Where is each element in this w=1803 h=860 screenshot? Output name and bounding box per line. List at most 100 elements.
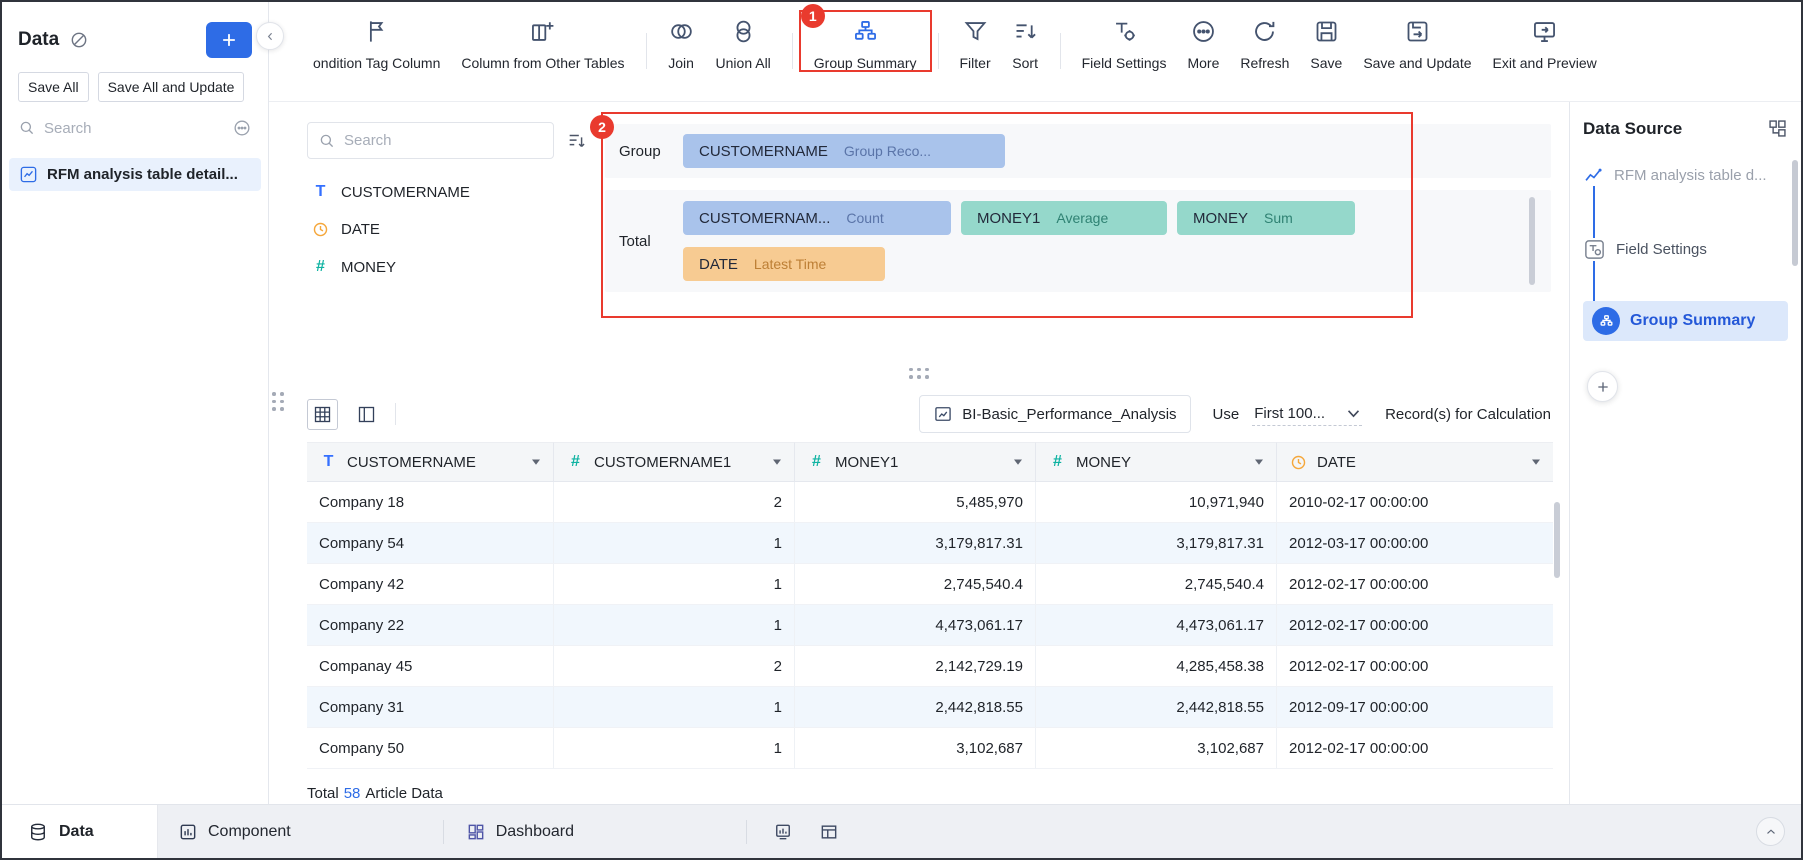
- table-header-row: T CUSTOMERNAME # CUSTOMERNAME1 # MONEY1 …: [307, 442, 1553, 482]
- collapse-sidebar-button[interactable]: [256, 22, 284, 50]
- flow-node-field-settings[interactable]: Field Settings: [1583, 238, 1788, 261]
- flow-node-source-table[interactable]: RFM analysis table d...: [1583, 165, 1788, 186]
- field-item-customername[interactable]: T CUSTOMERNAME: [307, 173, 569, 211]
- total-chip-date-latest-time[interactable]: DATE Latest Time: [683, 247, 885, 281]
- total-count: 58: [343, 785, 361, 802]
- group-summary-config: 2 Group CUSTOMERNAME Group Reco... Total…: [590, 112, 1551, 360]
- grid-view-button[interactable]: [307, 398, 338, 430]
- number-icon: #: [571, 453, 580, 470]
- table-cell: 1: [554, 687, 795, 728]
- field-settings-icon: [1111, 16, 1138, 46]
- field-search-input[interactable]: [344, 132, 543, 149]
- data-panel-title: Data: [18, 29, 60, 50]
- column-header-customername1[interactable]: # CUSTOMERNAME1: [554, 442, 795, 482]
- table-row[interactable]: Company 18 2 5,485,970 10,971,940 2010-0…: [307, 482, 1553, 523]
- more-options-icon[interactable]: [232, 118, 252, 138]
- table-row[interactable]: Company 31 1 2,442,818.55 2,442,818.55 2…: [307, 687, 1553, 728]
- table-cell: 2,442,818.55: [795, 687, 1036, 728]
- table-toolbar: BI-Basic_Performance_Analysis Use First …: [269, 386, 1569, 442]
- tab-data[interactable]: Data: [2, 805, 158, 858]
- collapse-bottom-bar-button[interactable]: [1756, 817, 1785, 846]
- total-chip-money-sum[interactable]: MONEY Sum: [1177, 201, 1355, 235]
- table-cell: Company 54: [307, 523, 554, 564]
- toolbar-separator: [937, 32, 939, 69]
- records-dropdown[interactable]: First 100...: [1252, 402, 1363, 426]
- column-header-money1[interactable]: # MONEY1: [795, 442, 1036, 482]
- toolbar-item-save[interactable]: Save: [1310, 16, 1342, 71]
- table-row[interactable]: Company 50 1 3,102,687 3,102,687 2012-02…: [307, 728, 1553, 769]
- toolbar-item-exit-and-preview[interactable]: Exit and Preview: [1493, 16, 1597, 71]
- column-dropdown-icon[interactable]: [1254, 458, 1264, 466]
- sidebar-scrollbar[interactable]: [1792, 160, 1798, 266]
- table-row[interactable]: Company 42 1 2,745,540.4 2,745,540.4 201…: [307, 564, 1553, 605]
- save-all-update-button[interactable]: Save All and Update: [97, 72, 245, 102]
- join-icon: [668, 16, 695, 46]
- table-row[interactable]: Companay 45 2 2,142,729.19 4,285,458.38 …: [307, 646, 1553, 687]
- total-row-label: Total: [619, 232, 651, 250]
- column-header-customername[interactable]: T CUSTOMERNAME: [307, 442, 554, 482]
- field-item-money[interactable]: # MONEY: [307, 248, 569, 286]
- form-view-button[interactable]: [351, 398, 382, 430]
- layout-widget-icon[interactable]: [819, 822, 839, 842]
- table-row[interactable]: Company 22 1 4,473,061.17 4,473,061.17 2…: [307, 605, 1553, 646]
- data-source-sidebar: Data Source RFM analysis table d... Fiel…: [1569, 102, 1801, 804]
- column-dropdown-icon[interactable]: [1531, 458, 1541, 466]
- toolbar-item-sort[interactable]: Sort: [1012, 16, 1039, 71]
- dataset-button[interactable]: BI-Basic_Performance_Analysis: [919, 395, 1191, 433]
- toolbar-item-more[interactable]: More: [1187, 16, 1219, 71]
- table-cell: 2012-02-17 00:00:00: [1277, 564, 1553, 605]
- field-settings-icon: [1583, 238, 1606, 261]
- column-dropdown-icon[interactable]: [1013, 458, 1023, 466]
- total-chip-customername-count[interactable]: CUSTOMERNAM... Count: [683, 201, 951, 235]
- table-cell: 2,745,540.4: [1036, 564, 1277, 605]
- tab-dashboard[interactable]: Dashboard: [466, 822, 574, 842]
- table-cell: 3,102,687: [1036, 728, 1277, 769]
- sidebar-item-rfm-table[interactable]: RFM analysis table detail...: [9, 158, 261, 191]
- pane-resize-handle[interactable]: [269, 360, 1569, 386]
- toolbar-item-save-and-update[interactable]: Save and Update: [1363, 16, 1472, 71]
- toolbar-item-union-all[interactable]: Union All: [716, 16, 771, 71]
- toolbar-item-field-settings[interactable]: Field Settings: [1082, 16, 1166, 71]
- toolbar-item-join[interactable]: Join: [668, 16, 695, 71]
- column-header-money[interactable]: # MONEY: [1036, 442, 1277, 482]
- column-header-date[interactable]: DATE: [1277, 442, 1553, 482]
- table-row[interactable]: Company 54 1 3,179,817.31 3,179,817.31 2…: [307, 523, 1553, 564]
- more-icon: [1190, 16, 1217, 46]
- field-item-date[interactable]: DATE: [307, 211, 569, 248]
- data-source-title: Data Source: [1583, 118, 1683, 138]
- toolbar-item-group-summary[interactable]: 1 Group Summary: [798, 4, 932, 72]
- layout-icon[interactable]: [1767, 118, 1788, 139]
- table-cell: 2,442,818.55: [1036, 687, 1277, 728]
- filter-icon: [962, 16, 989, 46]
- table-cell: Company 42: [307, 564, 554, 605]
- sidebar-search-input[interactable]: [44, 119, 224, 137]
- edit-toolbar: ondition Tag Column Column from Other Ta…: [269, 2, 1801, 102]
- config-scrollbar[interactable]: [1529, 197, 1535, 285]
- flow-node-group-summary[interactable]: Group Summary: [1583, 301, 1788, 341]
- toolbar-item-condition-tag-column[interactable]: ondition Tag Column: [313, 16, 440, 71]
- toolbar-item-column-from-other-tables[interactable]: Column from Other Tables: [461, 16, 625, 71]
- chart-widget-icon[interactable]: [773, 822, 793, 842]
- add-step-button[interactable]: [1587, 371, 1618, 402]
- table-cell: Company 18: [307, 482, 554, 523]
- manage-icon[interactable]: [69, 30, 89, 50]
- tag-column-icon: [363, 16, 390, 46]
- table-scrollbar[interactable]: [1554, 502, 1560, 578]
- annotation-badge-1: 1: [800, 4, 825, 28]
- column-dropdown-icon[interactable]: [531, 458, 541, 466]
- add-dataset-button[interactable]: [206, 22, 252, 58]
- line-chart-icon: [1583, 165, 1604, 186]
- field-picker: T CUSTOMERNAME DATE: [307, 122, 585, 360]
- save-all-button[interactable]: Save All: [18, 72, 89, 102]
- group-chip-customername[interactable]: CUSTOMERNAME Group Reco...: [683, 134, 1005, 168]
- sidebar-resize-handle[interactable]: [272, 392, 284, 411]
- tab-component[interactable]: Component: [178, 822, 291, 842]
- toolbar-item-refresh[interactable]: Refresh: [1240, 16, 1289, 71]
- table-cell: Company 50: [307, 728, 554, 769]
- table-cell: 2: [554, 482, 795, 523]
- toolbar-item-filter[interactable]: Filter: [960, 16, 991, 71]
- column-dropdown-icon[interactable]: [772, 458, 782, 466]
- total-chip-money1-average[interactable]: MONEY1 Average: [961, 201, 1167, 235]
- exit-preview-icon: [1531, 16, 1558, 46]
- sort-fields-icon[interactable]: [566, 130, 588, 152]
